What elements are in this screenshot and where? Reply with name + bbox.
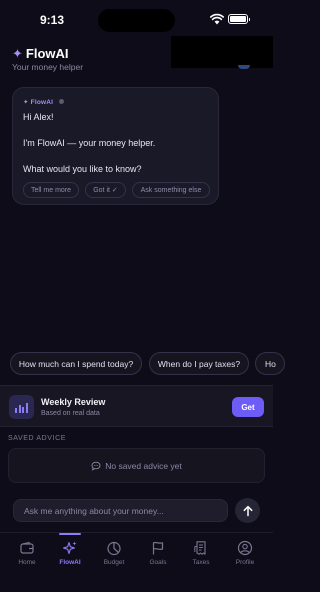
app-title-text: FlowAI	[25, 46, 69, 61]
message-intro: I'm FlowAI — your money helper.	[23, 138, 156, 148]
chip-got-it[interactable]: Got it ✓	[85, 182, 126, 198]
suggestion-spend-today[interactable]: How much can I spend today?	[10, 352, 142, 375]
tab-flowai-label: FlowAI	[59, 559, 81, 566]
saved-advice-empty: No saved advice yet	[8, 448, 265, 483]
sparkles-icon	[62, 541, 77, 555]
pie-chart-icon	[107, 541, 121, 556]
receipt-icon	[194, 541, 206, 555]
tab-taxes[interactable]: Taxes	[181, 538, 221, 570]
tab-flowai[interactable]: FlowAI	[50, 533, 90, 570]
app-title: ✦ FlowAI	[12, 46, 69, 62]
saved-advice-heading: SAVED ADVICE	[8, 435, 67, 442]
header-action-area[interactable]	[171, 36, 273, 69]
weekly-review-subtitle: Based on real data	[41, 410, 100, 417]
status-time: 9:13	[40, 13, 65, 27]
tab-taxes-label: Taxes	[192, 559, 210, 566]
message-question: What would you like to know?	[23, 164, 142, 174]
chip-ask-something-else[interactable]: Ask something else	[132, 182, 210, 198]
tab-goals[interactable]: Goals	[138, 538, 178, 570]
tab-bar: Home FlowAI Budget Goals Taxes Profile	[0, 532, 273, 592]
tab-profile[interactable]: Profile	[225, 538, 265, 570]
send-button[interactable]	[235, 498, 260, 523]
chip-tell-me-more[interactable]: Tell me more	[23, 182, 79, 198]
wallet-icon	[20, 541, 34, 554]
status-bar: 9:13	[0, 0, 273, 36]
app-subtitle: Your money helper	[12, 62, 84, 72]
battery-icon	[228, 14, 250, 24]
dynamic-island	[98, 9, 175, 32]
tab-goals-label: Goals	[149, 559, 167, 566]
header-button-edge[interactable]	[238, 65, 250, 69]
tab-profile-label: Profile	[235, 559, 255, 566]
tab-budget-label: Budget	[103, 559, 125, 566]
saved-advice-empty-text: No saved advice yet	[105, 460, 182, 471]
assistant-tag: ✦ FlowAI	[23, 99, 54, 106]
arrow-up-icon	[243, 505, 252, 516]
sparkle-icon: ✦	[12, 46, 23, 61]
suggestion-partial[interactable]: Ho	[255, 352, 285, 375]
wifi-icon	[210, 13, 224, 25]
weekly-review-card: Weekly Review Based on real data Get	[0, 385, 273, 427]
flag-icon	[152, 541, 164, 555]
tab-home-label: Home	[18, 559, 36, 566]
weekly-review-title: Weekly Review	[41, 397, 106, 407]
message-greeting: Hi Alex!	[23, 112, 54, 122]
message-input[interactable]	[13, 499, 228, 522]
online-indicator	[59, 99, 64, 104]
get-review-button[interactable]: Get	[232, 397, 264, 417]
tab-home[interactable]: Home	[7, 538, 47, 570]
assistant-message: ✦ FlowAI Hi Alex! I'm FlowAI — your mone…	[12, 87, 219, 205]
tab-budget[interactable]: Budget	[94, 538, 134, 570]
suggestion-pay-taxes[interactable]: When do I pay taxes?	[149, 352, 249, 375]
profile-icon	[237, 540, 253, 556]
bar-chart-icon	[9, 395, 34, 419]
chat-bubble-icon	[91, 461, 101, 471]
